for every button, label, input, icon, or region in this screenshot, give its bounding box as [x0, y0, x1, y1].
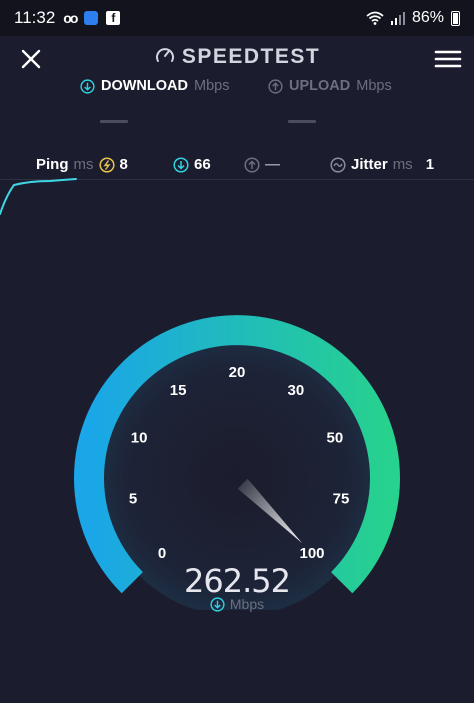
- download-unit: Mbps: [194, 78, 230, 94]
- gauge-tick-label: 15: [170, 382, 187, 399]
- app-title: SPEEDTEST: [0, 44, 474, 69]
- speedometer-logo-icon: [155, 48, 174, 62]
- gauge-tick-label: 20: [229, 364, 246, 381]
- download-result-placeholder: [100, 120, 128, 123]
- gauge-tick-label: 10: [131, 429, 148, 446]
- download-latency-icon: [173, 156, 189, 173]
- upload-latency-stat: —: [244, 156, 280, 173]
- ping-label: Ping: [36, 156, 69, 173]
- gauge-tick-label: 100: [299, 545, 324, 562]
- status-right: 86%: [366, 9, 460, 27]
- jitter-stat: Jitter ms 1: [330, 156, 434, 173]
- gauge-tick-label: 30: [288, 382, 305, 399]
- download-unit-icon: [210, 597, 225, 612]
- upload-latency-value: —: [265, 156, 280, 173]
- status-time: 11:32: [14, 8, 56, 27]
- voicemail-icon: oo: [63, 10, 78, 26]
- speed-graph-line: [0, 178, 77, 215]
- download-arrow-icon: [80, 78, 95, 94]
- download-latency-stat: 66: [173, 156, 211, 173]
- tab-download[interactable]: DOWNLOAD Mbps: [80, 78, 229, 94]
- upload-latency-icon: [244, 156, 260, 173]
- signal-icon: [390, 11, 405, 25]
- upload-arrow-icon: [268, 78, 283, 94]
- battery-percentage: 86%: [411, 9, 444, 26]
- battery-icon: [451, 10, 460, 26]
- upload-unit: Mbps: [356, 78, 392, 94]
- upload-result-placeholder: [288, 120, 316, 123]
- ping-lightning-icon: [98, 156, 115, 173]
- menu-button[interactable]: [430, 44, 464, 74]
- jitter-value: 1: [425, 156, 435, 173]
- current-speed-unit-text: Mbps: [229, 596, 265, 612]
- current-speed-unit: Mbps: [0, 596, 474, 612]
- top-bar: SPEEDTEST: [0, 36, 474, 78]
- ping-value: 8: [119, 156, 128, 173]
- gauge-tick-label: 75: [333, 491, 350, 508]
- hamburger-menu-icon: [434, 50, 462, 68]
- stats-row: Ping ms 8 66 — Jitter ms 1: [0, 156, 474, 178]
- facebook-icon: f: [106, 11, 121, 25]
- jitter-unit: ms: [392, 156, 413, 173]
- jitter-label: Jitter: [351, 156, 388, 173]
- gauge-tick-label: 5: [129, 491, 137, 508]
- jitter-wave-icon: [330, 156, 346, 173]
- status-left: 11:32 oo f: [14, 8, 121, 28]
- download-latency-value: 66: [194, 156, 211, 173]
- ping-unit: ms: [73, 156, 94, 173]
- upload-label: UPLOAD: [289, 78, 351, 94]
- wifi-icon: [366, 11, 384, 25]
- current-speed-value: 262.52: [184, 562, 291, 600]
- app-title-text: SPEEDTEST: [181, 45, 321, 68]
- download-label: DOWNLOAD: [101, 78, 188, 94]
- tab-upload[interactable]: UPLOAD Mbps: [268, 78, 392, 94]
- gauge-tick-label: 50: [327, 429, 344, 446]
- ping-stat: Ping ms 8: [36, 156, 128, 173]
- speed-graph: [0, 178, 77, 215]
- gauge-tick-label: 0: [158, 545, 166, 562]
- metric-tabs: DOWNLOAD Mbps UPLOAD Mbps: [0, 78, 474, 100]
- status-bar: 11:32 oo f 86%: [0, 0, 474, 36]
- app-notification-icon: [84, 11, 99, 25]
